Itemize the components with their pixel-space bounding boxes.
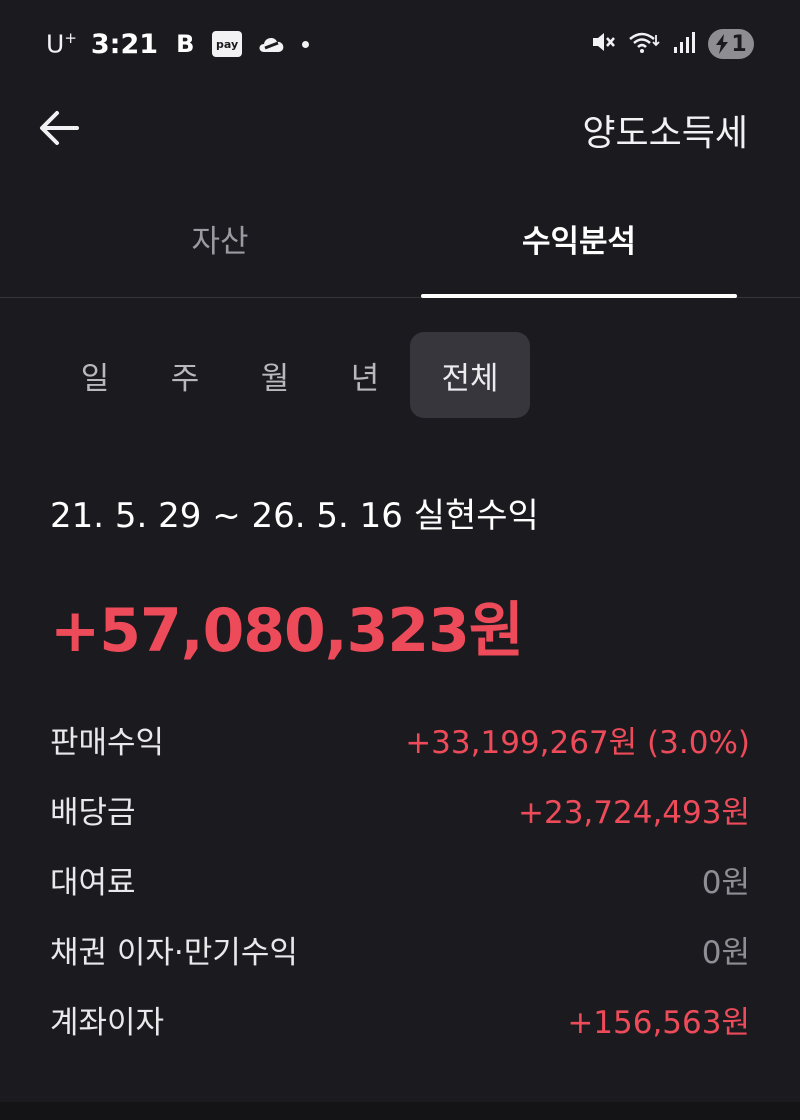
- period-day[interactable]: 일: [50, 332, 140, 418]
- battery-icon: 1: [708, 29, 754, 59]
- lending-fee-label: 대여료: [50, 864, 136, 901]
- period-week[interactable]: 주: [140, 332, 230, 418]
- period-month[interactable]: 월: [230, 332, 320, 418]
- period-all[interactable]: 전체: [410, 332, 530, 418]
- b-app-icon: B: [176, 30, 195, 58]
- period-selector: 일 주 월 년 전체: [50, 332, 530, 418]
- total-realized-profit: +57,080,323원: [50, 596, 524, 666]
- tab-profit-analysis[interactable]: 수익분석: [421, 196, 737, 296]
- active-tab-indicator: [421, 294, 737, 298]
- arrow-left-icon: [40, 111, 79, 145]
- wifi-icon: [628, 29, 660, 59]
- lending-fee-value: 0원: [701, 864, 750, 901]
- profit-breakdown-list: 판매수익 +33,199,267원 (3.0%) 배당금 +23,724,493…: [50, 704, 750, 1054]
- tab-assets[interactable]: 자산: [62, 196, 378, 296]
- period-year[interactable]: 년: [320, 332, 410, 418]
- realized-profit-range-label: 21. 5. 29 ~ 26. 5. 16 실현수익: [50, 496, 539, 536]
- dividend-label: 배당금: [50, 794, 136, 831]
- list-item: 채권 이자·만기수익 0원: [50, 914, 750, 984]
- account-interest-value: +156,563원: [567, 1004, 750, 1041]
- back-button[interactable]: [34, 106, 84, 150]
- notification-dot: [302, 40, 310, 48]
- bottom-edge: [0, 1102, 800, 1120]
- list-item: 계좌이자 +156,563원: [50, 984, 750, 1054]
- list-item: 판매수익 +33,199,267원 (3.0%): [50, 704, 750, 774]
- mute-icon: [590, 29, 616, 59]
- status-bar: U+ 3:21 B pay 1: [0, 0, 800, 88]
- pay-app-icon: pay: [212, 31, 243, 57]
- dividend-value: +23,724,493원: [518, 794, 750, 831]
- signal-icon: [672, 29, 696, 59]
- sales-profit-label: 판매수익: [50, 724, 165, 761]
- status-right: 1: [590, 26, 754, 62]
- bond-interest-value: 0원: [701, 934, 750, 971]
- status-time: 3:21: [90, 28, 159, 60]
- top-app-bar: 양도소득세: [0, 88, 800, 168]
- battery-level: 1: [731, 31, 747, 57]
- list-item: 배당금 +23,724,493원: [50, 774, 750, 844]
- status-left: U+ 3:21 B pay: [46, 24, 310, 64]
- page-title: 양도소득세: [582, 113, 748, 154]
- carrier-label: U+: [46, 29, 77, 59]
- list-item: 대여료 0원: [50, 844, 750, 914]
- sales-profit-value: +33,199,267원 (3.0%): [405, 724, 750, 761]
- account-interest-label: 계좌이자: [50, 1004, 165, 1041]
- cloud-app-icon: [256, 31, 288, 57]
- tab-bar: 자산 수익분석: [0, 196, 800, 298]
- bond-interest-label: 채권 이자·만기수익: [50, 934, 298, 971]
